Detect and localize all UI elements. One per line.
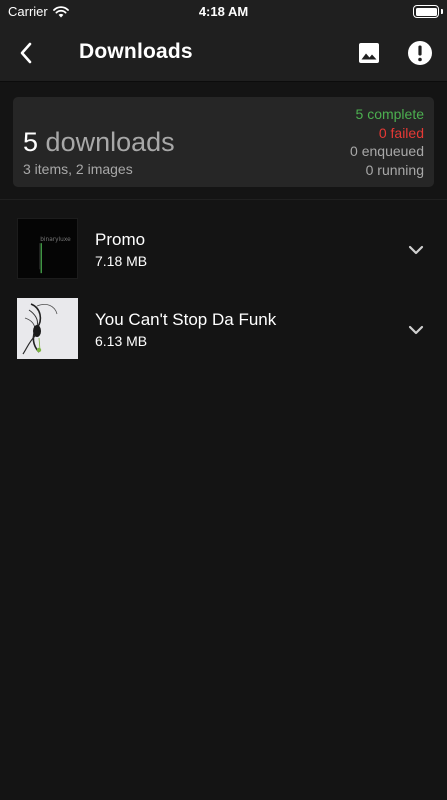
status-time: 4:18 AM (198, 4, 249, 19)
chevron-down-icon[interactable] (405, 319, 427, 341)
download-size: 6.13 MB (95, 333, 148, 349)
downloads-list: binaryluxe Promo 7.18 MB You Can't Stop … (0, 217, 447, 377)
back-button[interactable] (12, 39, 40, 67)
failed-count: 0 failed (378, 124, 424, 141)
battery-icon (413, 5, 439, 18)
downloads-count-number: 5 (23, 127, 39, 157)
downloads-screen: Carrier 4:18 AM Downloads 5 downloads 3 … (0, 0, 447, 800)
downloads-summary-card: 5 downloads 3 items, 2 images 5 complete… (13, 97, 434, 187)
status-bar: Carrier 4:18 AM (0, 0, 447, 24)
downloads-status-list: 5 complete 0 failed 0 enqueued 0 running (350, 105, 424, 179)
battery-level (415, 7, 437, 16)
enqueued-count: 0 enqueued (350, 143, 424, 159)
navigation-bar: Downloads (0, 24, 447, 82)
image-icon[interactable] (356, 40, 382, 66)
downloads-count: 5 downloads (23, 127, 175, 158)
battery-tip (441, 9, 443, 14)
album-artwork-funk (17, 298, 78, 359)
downloads-count-label: downloads (45, 127, 175, 157)
download-title: You Can't Stop Da Funk (95, 310, 277, 329)
list-item[interactable]: binaryluxe Promo 7.18 MB (0, 217, 447, 297)
album-artwork-promo: binaryluxe (17, 218, 78, 279)
page-title: Downloads (79, 40, 193, 63)
chevron-down-icon[interactable] (405, 239, 427, 261)
list-item[interactable]: You Can't Stop Da Funk 6.13 MB (0, 297, 447, 377)
divider (0, 199, 447, 200)
chevron-left-icon (20, 42, 32, 64)
running-count: 0 running (365, 161, 424, 178)
downloads-breakdown: 3 items, 2 images (23, 161, 133, 177)
artwork-text: binaryluxe (40, 237, 71, 243)
download-title: Promo (95, 230, 146, 249)
alert-circle-icon[interactable] (406, 39, 434, 67)
download-size: 7.18 MB (95, 253, 148, 269)
complete-count: 5 complete (355, 106, 424, 122)
